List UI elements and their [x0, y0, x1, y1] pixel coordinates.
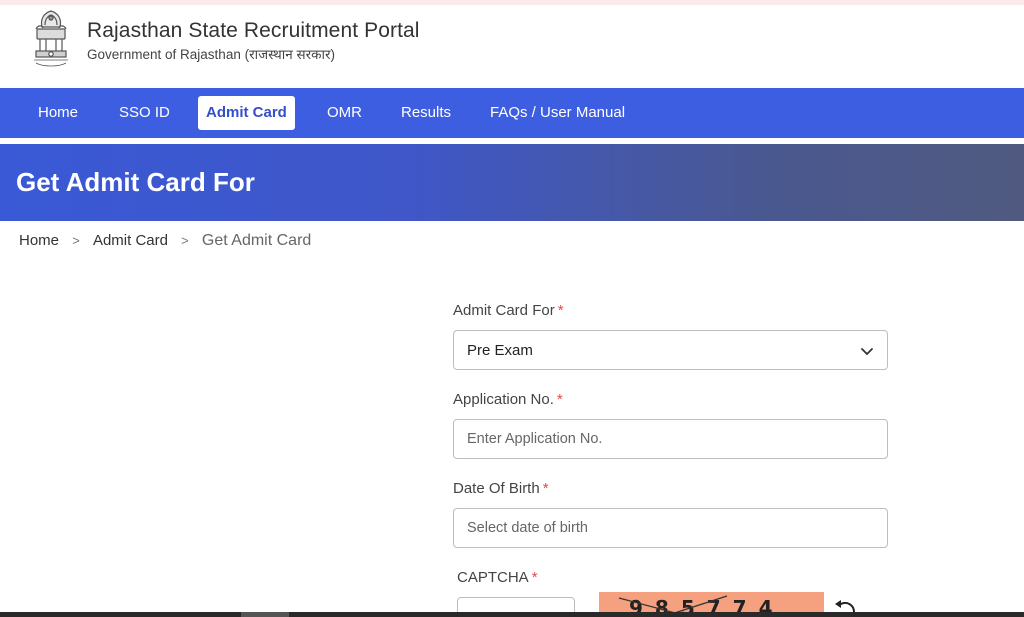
required-mark: *	[531, 569, 538, 586]
page-title: Get Admit Card For	[16, 167, 255, 197]
nav-item-faqs[interactable]: FAQs / User Manual	[482, 96, 633, 130]
bottom-scrollbar[interactable]	[0, 612, 1024, 617]
application-no-label: Application No. *	[453, 391, 563, 408]
nav-item-sso-id[interactable]: SSO ID	[111, 96, 178, 130]
application-no-label-text: Application No.	[453, 391, 554, 408]
required-mark: *	[556, 391, 563, 408]
nav-item-home[interactable]: Home	[30, 96, 86, 130]
dob-input[interactable]	[453, 508, 888, 548]
state-emblem-icon[interactable]	[28, 5, 74, 69]
breadcrumb-current: Get Admit Card	[201, 232, 312, 249]
captcha-label: CAPTCHA *	[457, 569, 538, 586]
breadcrumb-separator: >	[72, 233, 80, 248]
nav-item-admit-card[interactable]: Admit Card	[198, 96, 295, 130]
breadcrumb-admit-card[interactable]: Admit Card	[93, 232, 168, 249]
required-mark: *	[542, 480, 549, 497]
dob-label-text: Date Of Birth	[453, 480, 540, 497]
breadcrumb-separator: >	[181, 233, 189, 248]
application-no-input[interactable]	[453, 419, 888, 459]
breadcrumb: Home > Admit Card > Get Admit Card	[19, 232, 311, 250]
captcha-label-text: CAPTCHA	[457, 569, 529, 586]
dob-label: Date Of Birth *	[453, 480, 549, 497]
main-navbar: Home SSO ID Admit Card OMR Results FAQs …	[0, 88, 1024, 138]
site-title: Rajasthan State Recruitment Portal	[87, 19, 420, 42]
nav-item-omr[interactable]: OMR	[319, 96, 370, 130]
scrollbar-thumb[interactable]	[241, 612, 289, 617]
page-banner: Get Admit Card For	[0, 144, 1024, 221]
admit-card-for-value: Pre Exam	[467, 342, 533, 359]
site-header: Rajasthan State Recruitment Portal Gover…	[0, 5, 1024, 88]
admit-card-for-label: Admit Card For *	[453, 302, 564, 319]
required-mark: *	[557, 302, 564, 319]
admit-card-for-select[interactable]: Pre Exam	[453, 330, 888, 370]
nav-item-results[interactable]: Results	[393, 96, 459, 130]
chevron-down-icon	[861, 348, 873, 355]
breadcrumb-home[interactable]: Home	[19, 232, 59, 249]
site-subtitle: Government of Rajasthan (राजस्थान सरकार)	[87, 47, 335, 62]
admit-card-for-label-text: Admit Card For	[453, 302, 555, 319]
